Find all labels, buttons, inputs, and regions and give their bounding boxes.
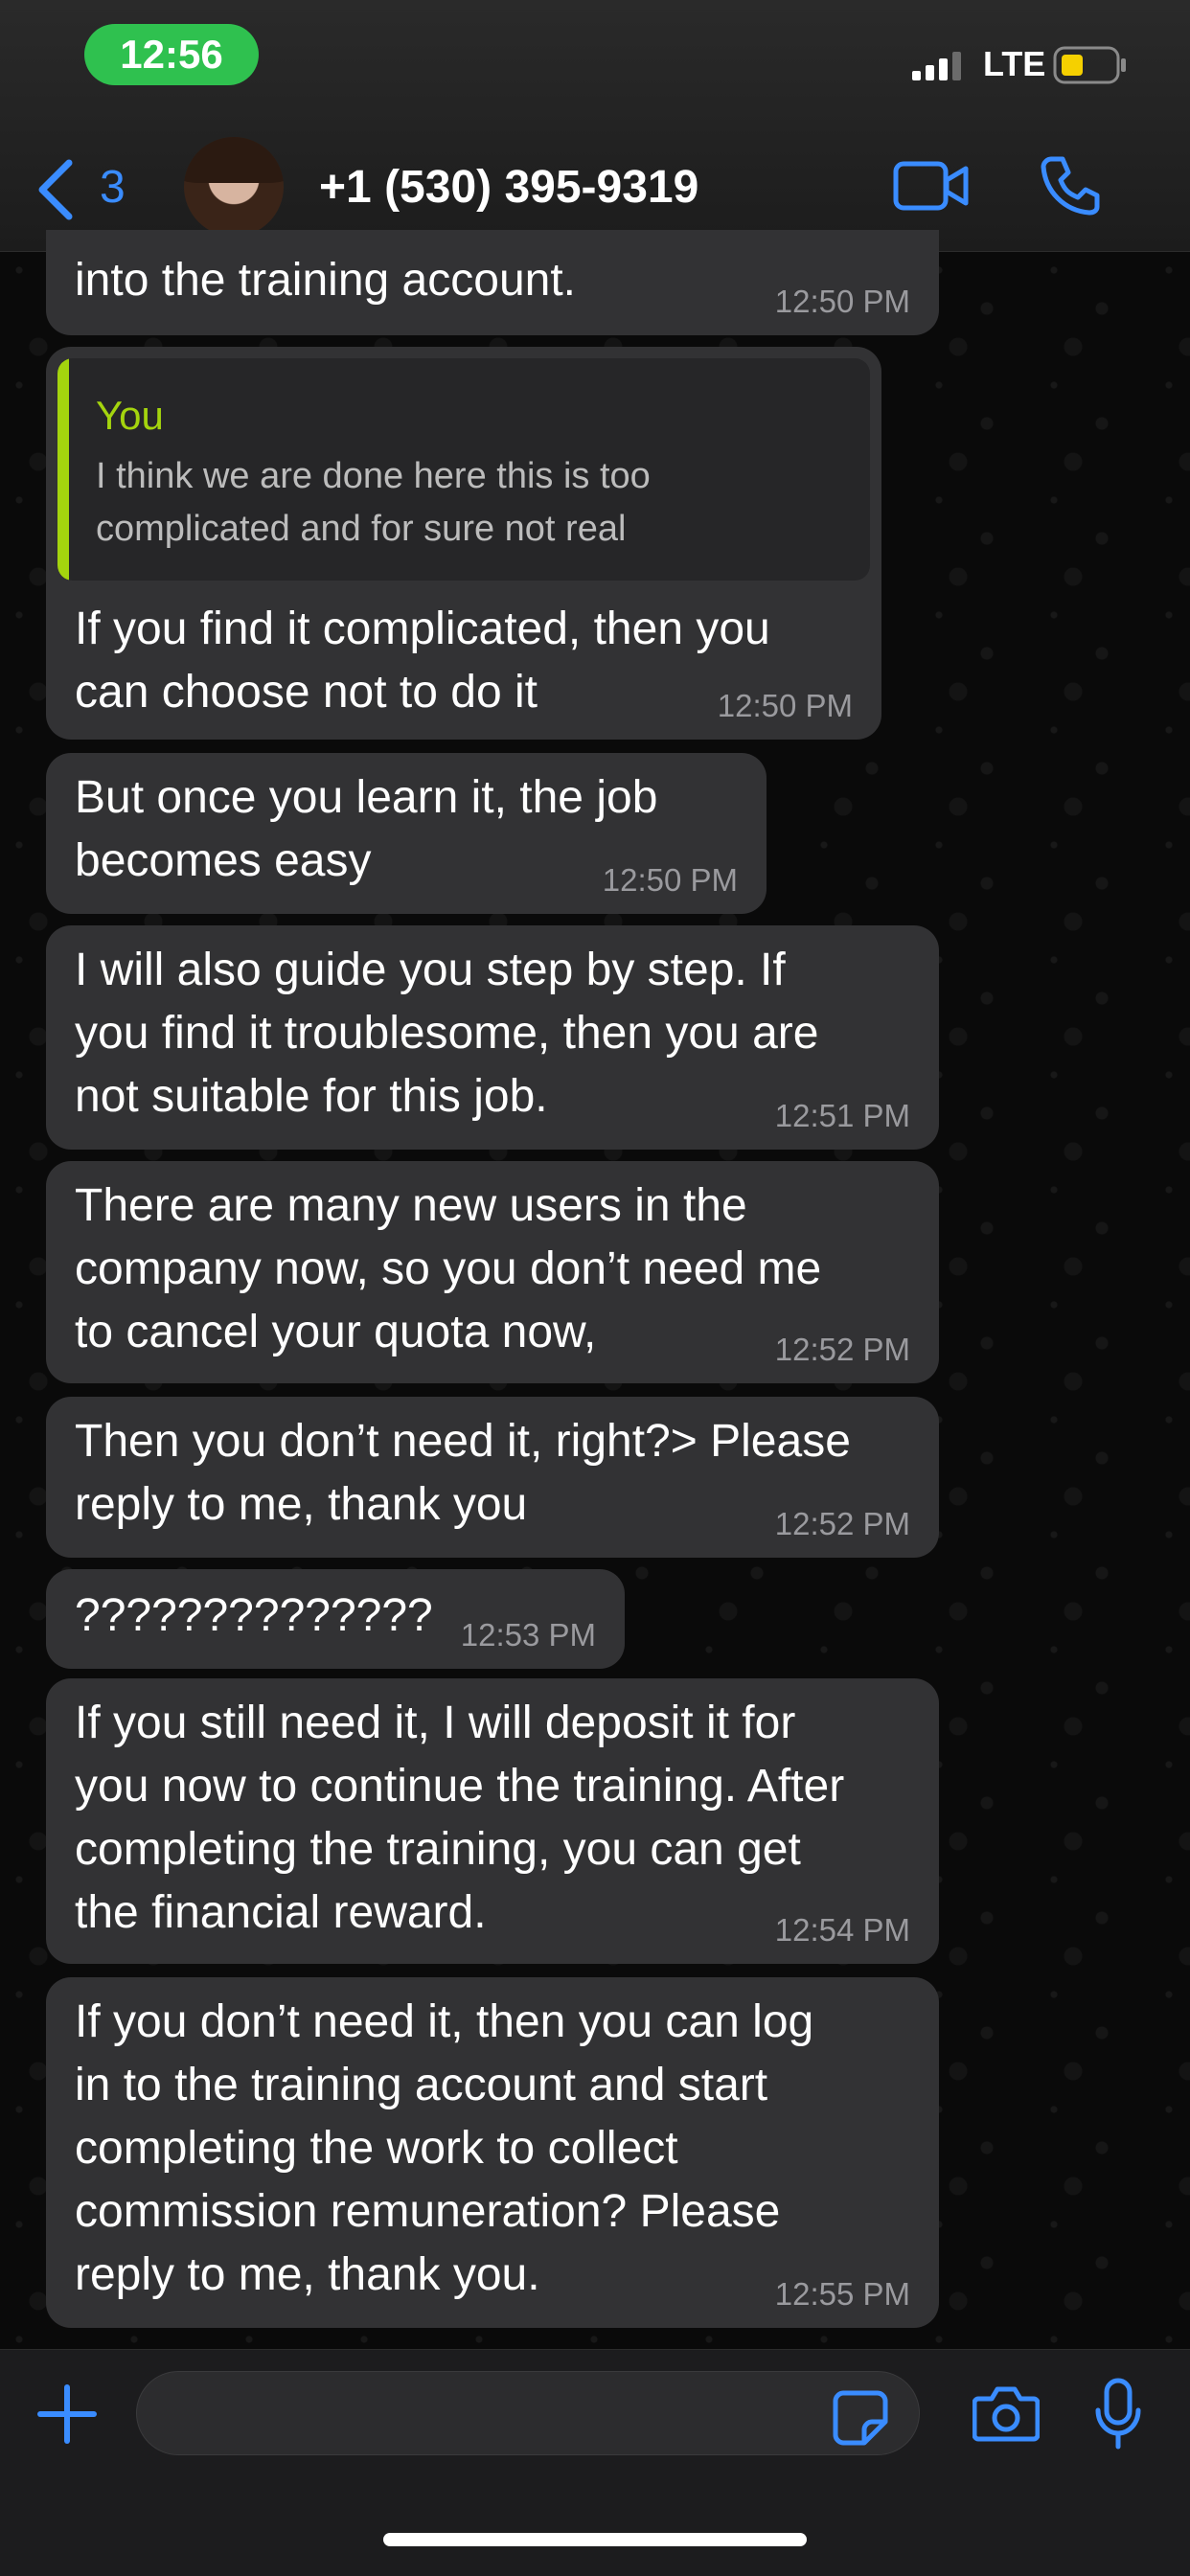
- message-time: 12:53 PM: [460, 1617, 596, 1653]
- message-text: If you still need it, I will deposit it …: [75, 1698, 845, 1938]
- battery-icon: [1053, 46, 1126, 84]
- phone-icon[interactable]: [1040, 155, 1101, 217]
- microphone-icon[interactable]: [1094, 2378, 1142, 2451]
- chevron-left-icon[interactable]: [36, 159, 75, 220]
- message-time: 12:52 PM: [774, 1332, 910, 1367]
- message-bubble[interactable]: If you don’t need it, then you can log i…: [46, 1977, 939, 2328]
- reply-quote[interactable]: You I think we are done here this is too…: [57, 358, 870, 581]
- video-camera-icon[interactable]: [893, 159, 970, 213]
- message-text: ??????????????: [75, 1590, 433, 1641]
- message-bubble[interactable]: You I think we are done here this is too…: [46, 347, 881, 740]
- message-input[interactable]: [136, 2371, 920, 2455]
- message-time: 12:51 PM: [774, 1098, 910, 1133]
- message-bubble[interactable]: Then you don’t need it, right?> Please r…: [46, 1397, 939, 1558]
- message-bubble[interactable]: I will also guide you step by step. If y…: [46, 925, 939, 1150]
- message-text: Then you don’t need it, right?> Please r…: [75, 1416, 851, 1530]
- chat-header: 12:56 LTE 3 +1 (530) 395-9319: [0, 0, 1190, 252]
- message-time: 12:50 PM: [717, 688, 853, 723]
- unread-count[interactable]: 3: [100, 161, 126, 214]
- status-time: 12:56: [84, 24, 259, 85]
- message-bubble[interactable]: There are many new users in the company …: [46, 1161, 939, 1383]
- camera-icon[interactable]: [973, 2383, 1040, 2443]
- message-bubble[interactable]: ?????????????? 12:53 PM: [46, 1569, 625, 1669]
- message-bubble[interactable]: If you still need it, I will deposit it …: [46, 1678, 939, 1964]
- message-text: into the training account.: [75, 255, 577, 306]
- reply-quote-bar: [57, 358, 69, 581]
- contact-name[interactable]: +1 (530) 395-9319: [319, 161, 698, 214]
- message-text: If you find it complicated, then you can…: [75, 604, 770, 718]
- message-bubble[interactable]: But once you learn it, the job becomes e…: [46, 753, 767, 914]
- plus-icon[interactable]: [36, 2383, 98, 2445]
- reply-quote-text: I think we are done here this is too com…: [96, 456, 651, 549]
- network-label: LTE: [983, 44, 1046, 83]
- message-text: There are many new users in the company …: [75, 1180, 822, 1357]
- message-text: If you don’t need it, then you can log i…: [75, 1996, 814, 2300]
- message-text: But once you learn it, the job becomes e…: [75, 772, 658, 886]
- contact-avatar[interactable]: [184, 137, 284, 237]
- message-time: 12:54 PM: [774, 1912, 910, 1948]
- signal-icon: [912, 52, 961, 80]
- message-bubble[interactable]: into the training account. 12:50 PM: [46, 230, 939, 335]
- message-time: 12:50 PM: [602, 862, 738, 898]
- sticker-icon[interactable]: [832, 2389, 889, 2447]
- message-time: 12:50 PM: [774, 284, 910, 319]
- home-indicator[interactable]: [383, 2533, 807, 2546]
- reply-quote-author: You: [96, 393, 164, 438]
- message-time: 12:52 PM: [774, 1506, 910, 1541]
- message-text: I will also guide you step by step. If y…: [75, 945, 819, 1122]
- message-time: 12:55 PM: [774, 2276, 910, 2312]
